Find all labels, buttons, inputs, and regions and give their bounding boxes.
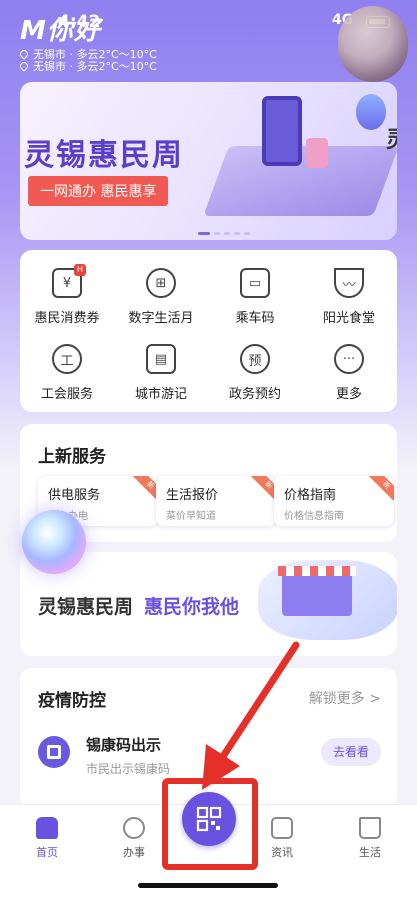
unlock-more-link[interactable]: 解锁更多 >: [309, 688, 381, 708]
crown-icon: [359, 817, 381, 839]
avatar[interactable]: [338, 6, 408, 82]
home-indicator: [138, 883, 278, 888]
section-title: 疫情防控: [38, 691, 106, 711]
shopping-bag-icon: [306, 138, 328, 168]
service-city-travel[interactable]: ▤ 城市游记: [114, 344, 208, 402]
health-code-icon: [38, 736, 70, 768]
go-see-button[interactable]: 去看看: [321, 738, 381, 766]
tab-services[interactable]: 办事: [104, 817, 164, 860]
hero-banner[interactable]: 灵锡惠民周 一网通办 惠民惠享 灵: [20, 82, 397, 240]
qr-code-icon: [196, 806, 222, 832]
home-icon: [36, 817, 58, 839]
awning-illustration: [278, 566, 356, 576]
compass-icon: [123, 817, 145, 839]
phone-illustration-icon: [262, 96, 302, 166]
next-banner-peek: 灵: [386, 122, 397, 154]
promo-banner[interactable]: 灵锡惠民周 惠民你我他: [20, 552, 397, 656]
brand-logo-icon: M: [20, 16, 47, 46]
book-icon: ▤: [146, 344, 176, 374]
promo-pagination: [190, 644, 222, 656]
tab-life[interactable]: 生活: [340, 817, 400, 860]
balloon-icon: [356, 94, 386, 130]
service-more[interactable]: ··· 更多: [302, 344, 396, 402]
promo-title: 灵锡惠民周: [38, 596, 134, 618]
brand-greeting: 你好: [46, 16, 101, 46]
banner-title: 灵锡惠民周: [24, 138, 184, 173]
news-icon: [271, 817, 293, 839]
service-digital-life[interactable]: ⊞ 数字生活月: [114, 268, 208, 326]
scan-button[interactable]: [182, 792, 236, 846]
floating-assistant-orb[interactable]: [22, 510, 86, 574]
banner-subtitle: 一网通办 惠民惠享: [28, 176, 169, 206]
new-service-prices[interactable]: 生活报价 菜价早知道 新: [156, 476, 276, 526]
bowl-icon: 〰: [334, 268, 364, 298]
section-title: 上新服务: [38, 447, 106, 467]
tab-home[interactable]: 首页: [17, 817, 77, 860]
service-bus-code[interactable]: ▭ 乘车码: [208, 268, 302, 326]
union-icon: 工: [52, 344, 82, 374]
service-appointment[interactable]: 预 政务预约: [208, 344, 302, 402]
health-code-desc: 市民出示锡康码: [86, 762, 171, 776]
bus-icon: ▭: [240, 268, 270, 298]
promo-highlight: 惠民你我他: [144, 596, 240, 618]
tab-news[interactable]: 资讯: [252, 817, 312, 860]
service-canteen[interactable]: 〰 阳光食堂: [302, 268, 396, 326]
app-brand: M你好: [20, 10, 101, 47]
voucher-icon: ¥ H: [52, 264, 86, 298]
service-voucher[interactable]: ¥ H 惠民消费券: [20, 264, 114, 326]
services-grid: ¥ H 惠民消费券 ⊞ 数字生活月 ▭ 乘车码 〰 阳光食堂 工 工会服务 ▤ 城…: [20, 250, 397, 412]
weather-line: 无锡市 · 多云2°C～10°C: [18, 58, 157, 74]
more-icon: ···: [334, 344, 364, 374]
gift-icon: ⊞: [146, 268, 176, 298]
appointment-icon: 预: [240, 344, 270, 374]
service-union[interactable]: 工 工会服务: [20, 344, 114, 402]
location-pin-icon: [18, 60, 30, 72]
banner-pagination: [196, 220, 252, 239]
health-code-title[interactable]: 锡康码出示: [86, 734, 161, 755]
shop-illustration-icon: [282, 572, 352, 616]
new-service-price-guide[interactable]: 价格指南 价格信息指南 新: [274, 476, 394, 526]
